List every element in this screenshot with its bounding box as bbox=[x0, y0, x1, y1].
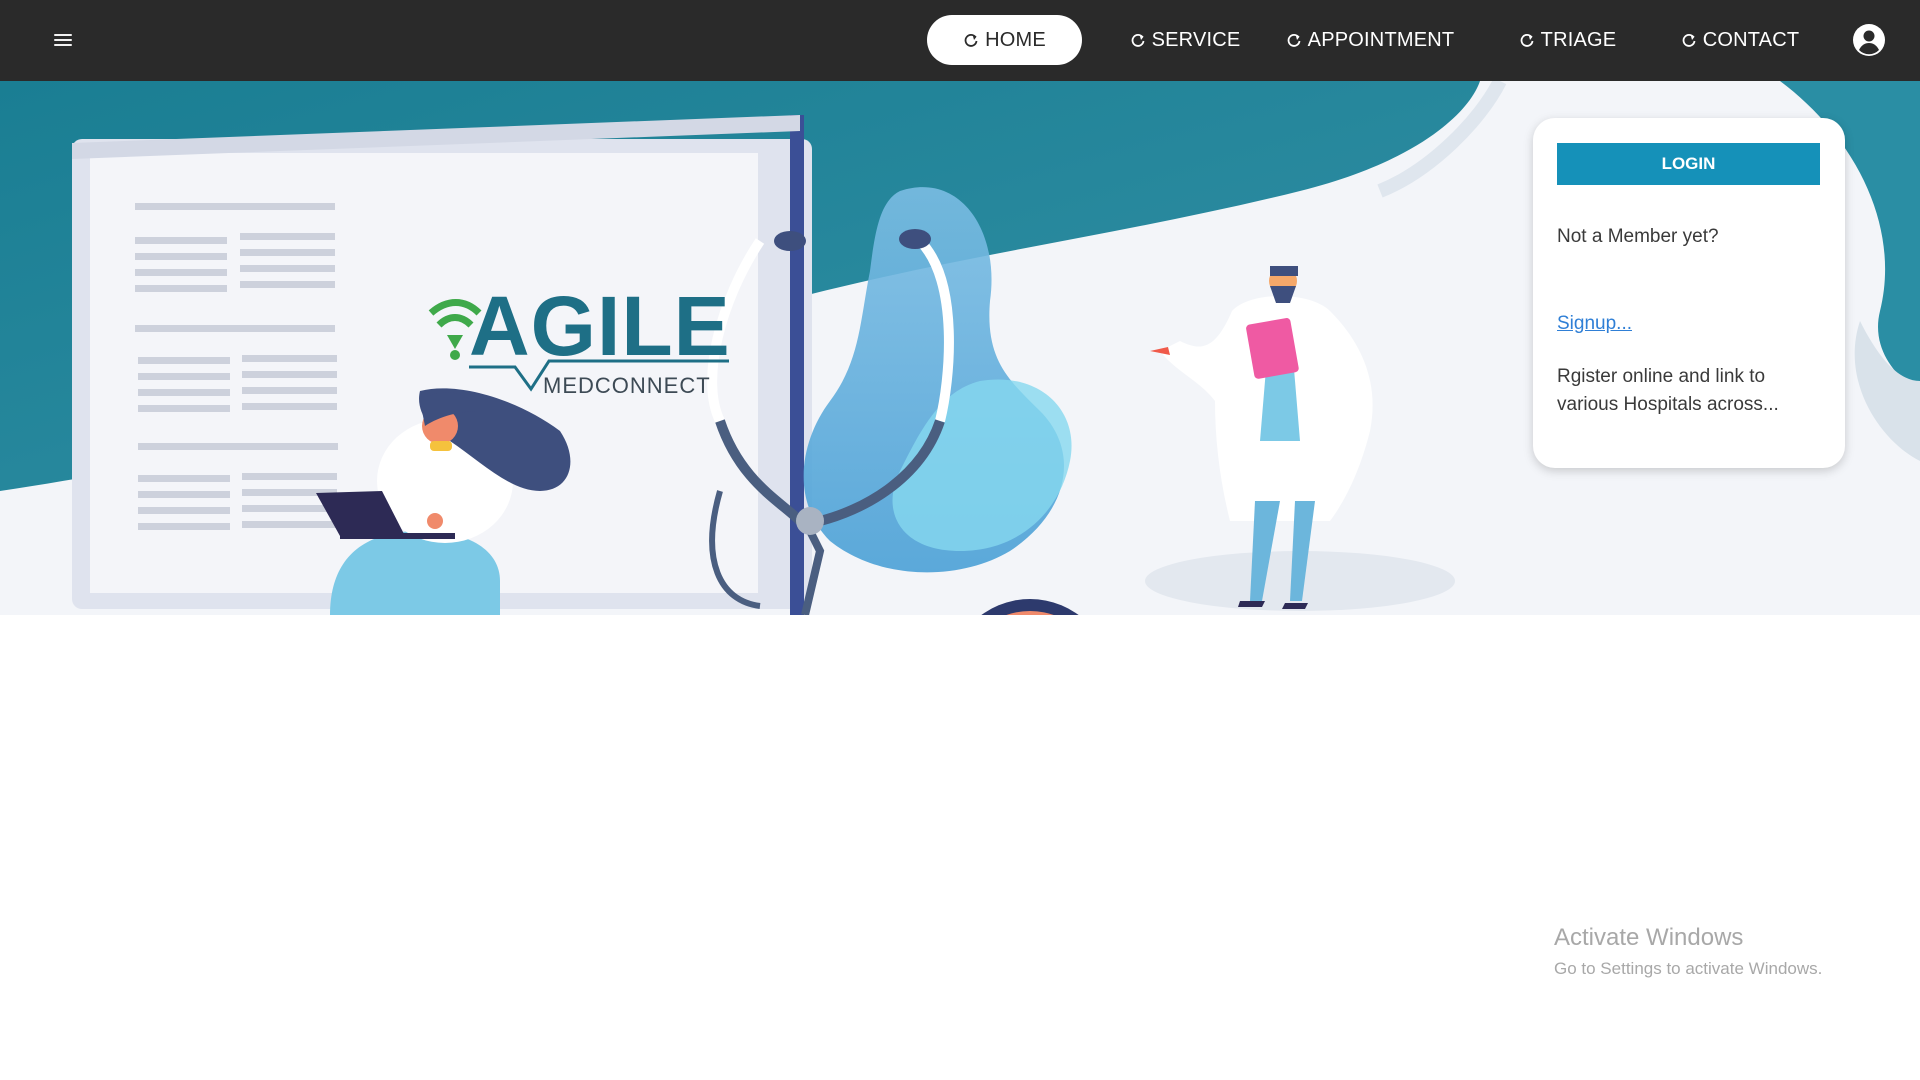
agile-medconnect-logo: AGILE MEDCONNECT bbox=[425, 281, 730, 411]
refresh-icon bbox=[1682, 34, 1696, 47]
refresh-icon bbox=[1520, 34, 1534, 47]
refresh-icon bbox=[1287, 34, 1301, 47]
nav-triage[interactable]: TRIAGE bbox=[1510, 15, 1625, 65]
nav-triage-label: TRIAGE bbox=[1540, 28, 1617, 51]
nav-contact[interactable]: CONTACT bbox=[1670, 15, 1810, 65]
nav-home[interactable]: HOME bbox=[927, 15, 1082, 65]
nav-service[interactable]: SERVICE bbox=[1110, 15, 1260, 65]
refresh-icon bbox=[1131, 34, 1144, 47]
nav-appointment-label: APPOINTMENT bbox=[1307, 28, 1455, 51]
hamburger-menu-icon[interactable] bbox=[52, 31, 74, 49]
top-navbar: HOME SERVICE APPOINTMENT TRIAGE CONTACT bbox=[0, 0, 1920, 81]
login-card: LOGIN Not a Member yet? Signup... Rgiste… bbox=[1533, 118, 1845, 468]
account-circle-icon[interactable] bbox=[1852, 23, 1886, 57]
nav-contact-label: CONTACT bbox=[1702, 28, 1800, 51]
activate-windows-subtitle: Go to Settings to activate Windows. bbox=[1554, 959, 1823, 978]
register-description: Rgister online and link to various Hospi… bbox=[1557, 366, 1779, 415]
nav-service-label: SERVICE bbox=[1151, 28, 1241, 51]
logo-subtext: MEDCONNECT bbox=[543, 373, 711, 398]
refresh-icon bbox=[964, 34, 978, 47]
activate-windows-title: Activate Windows bbox=[1554, 924, 1744, 951]
nav-appointment[interactable]: APPOINTMENT bbox=[1280, 15, 1460, 65]
login-button[interactable]: LOGIN bbox=[1557, 143, 1820, 185]
nav-home-label: HOME bbox=[985, 28, 1046, 51]
signup-link[interactable]: Signup... bbox=[1557, 313, 1632, 335]
not-member-text: Not a Member yet? bbox=[1557, 226, 1719, 247]
